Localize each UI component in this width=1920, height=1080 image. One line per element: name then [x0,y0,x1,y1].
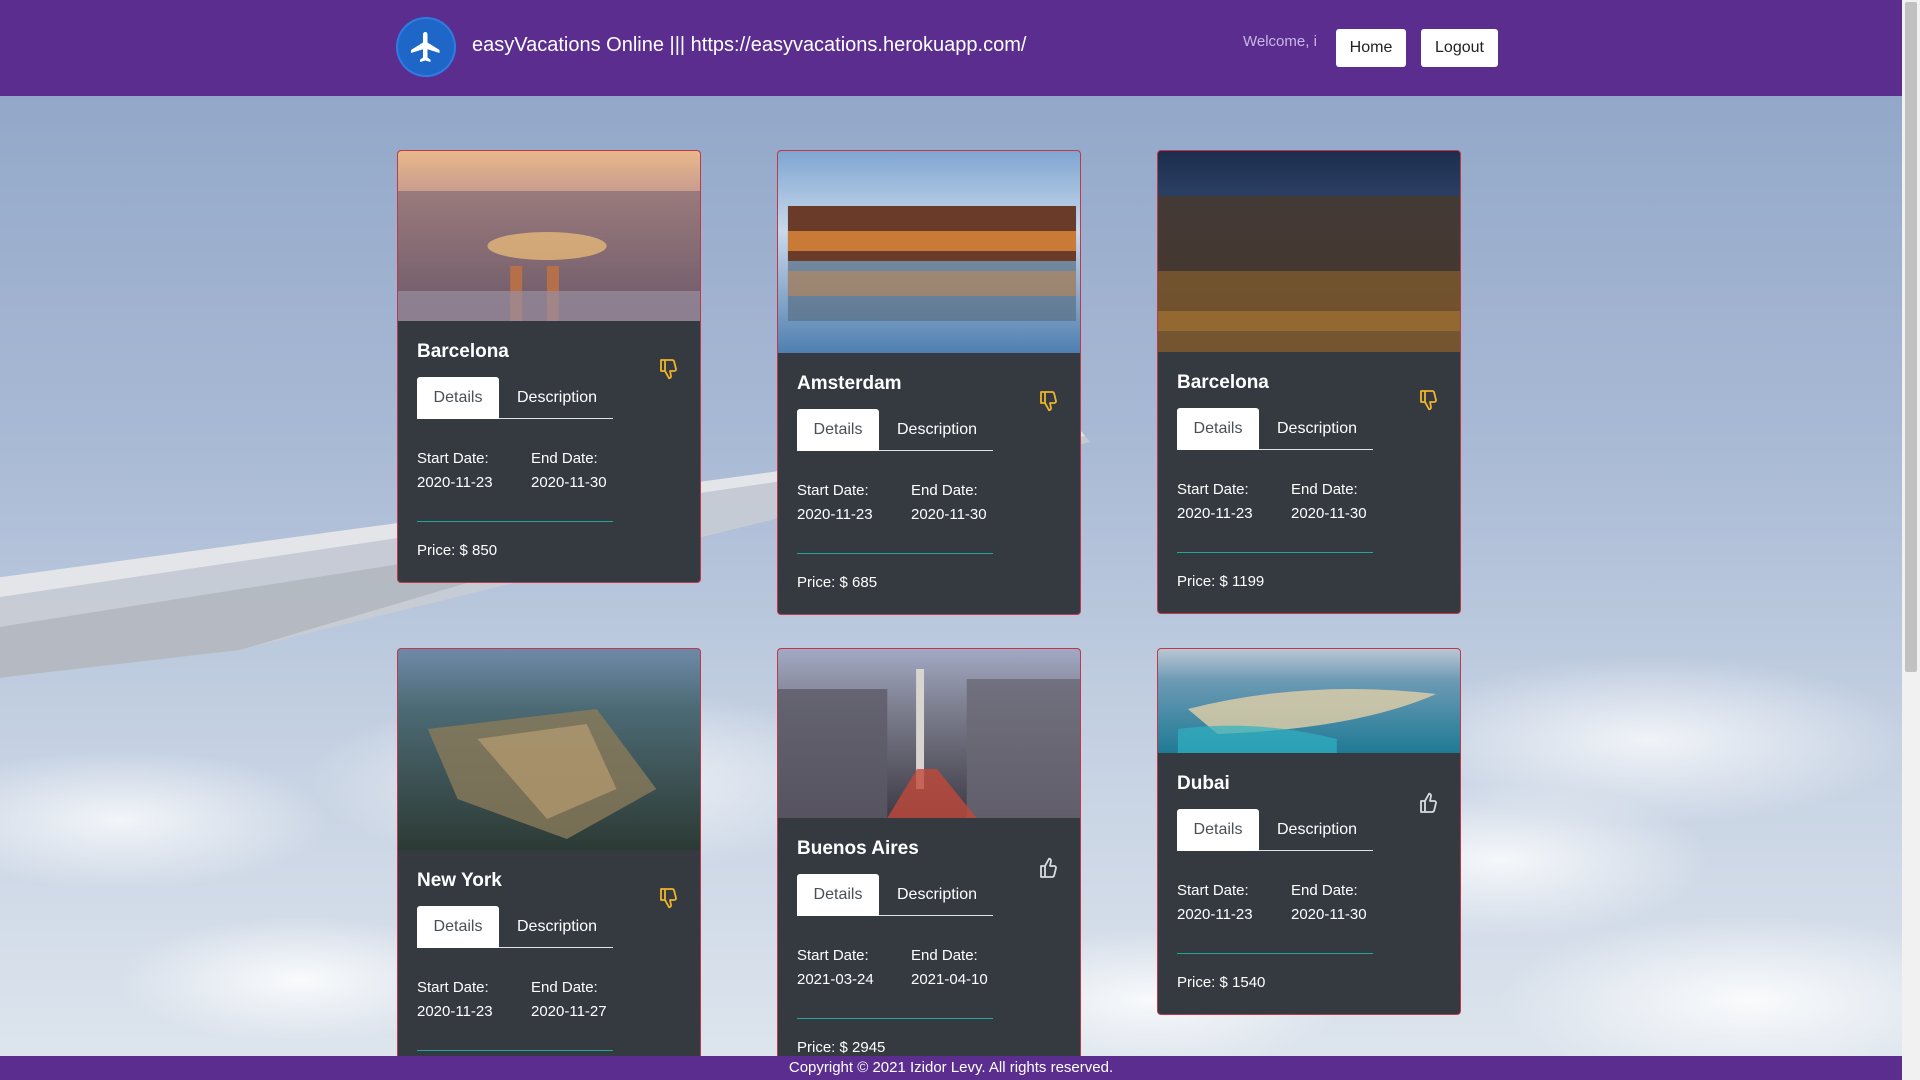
start-date-value: 2020-11-23 [797,506,873,523]
page-scrollbar[interactable] [1902,0,1920,1080]
date-range: Start Date: 2020-11-23 End Date: 2020-11… [1177,478,1441,526]
price: Price: $ 850 [417,542,498,559]
divider [417,1050,613,1051]
tab-description[interactable]: Description [1259,809,1357,851]
card-title: Barcelona [417,341,509,362]
divider [1177,552,1373,553]
card-title: Buenos Aires [797,838,919,859]
home-button[interactable]: Home [1336,29,1406,67]
tab-details[interactable]: Details [1177,408,1259,450]
thumbs-down-icon[interactable] [1418,388,1442,414]
start-date-value: 2020-11-23 [417,474,493,491]
card-title: Amsterdam [797,373,902,394]
card-title: Barcelona [1177,372,1269,393]
price: Price: $ 685 [797,574,878,591]
card-title: New York [417,870,502,891]
tab-details[interactable]: Details [1177,809,1259,851]
end-date-value: 2020-11-30 [1291,505,1367,522]
end-date-label: End Date: [531,450,598,467]
date-range: Start Date: 2021-03-24 End Date: 2021-04… [797,944,1061,992]
start-date-label: Start Date: [417,979,489,996]
vacation-card: Buenos Aires Details Description Start D… [777,648,1081,1080]
price: Price: $ 1540 [1177,974,1266,991]
end-date-label: End Date: [531,979,598,996]
end-date-value: 2021-04-10 [911,971,988,988]
welcome-text: Welcome, i [1243,33,1317,50]
start-date-value: 2020-11-23 [1177,906,1253,923]
new-york-image [398,649,700,850]
end-date-value: 2020-11-30 [1291,906,1367,923]
date-range: Start Date: 2020-11-23 End Date: 2020-11… [417,976,681,1024]
barcelona-night-image [1158,151,1460,352]
card-tabs: Details Description [1177,809,1373,851]
date-range: Start Date: 2020-11-23 End Date: 2020-11… [1177,879,1441,927]
tab-description[interactable]: Description [499,906,597,948]
end-date-value: 2020-11-27 [531,1003,607,1020]
start-date-label: Start Date: [1177,882,1249,899]
logout-button[interactable]: Logout [1421,29,1498,67]
vacation-card: Amsterdam Details Description Start Date… [777,150,1081,615]
start-date-label: Start Date: [1177,481,1249,498]
amsterdam-image [778,151,1080,353]
barcelona-image [398,151,700,321]
thumbs-down-icon[interactable] [658,886,682,912]
divider [417,521,613,522]
tab-description[interactable]: Description [1259,408,1357,450]
tab-details[interactable]: Details [417,377,499,419]
start-date-value: 2020-11-23 [1177,505,1253,522]
card-tabs: Details Description [1177,408,1373,450]
date-range: Start Date: 2020-11-23 End Date: 2020-11… [417,447,681,495]
price: Price: $ 1199 [1177,573,1265,590]
start-date-label: Start Date: [797,947,869,964]
end-date-value: 2020-11-30 [531,474,607,491]
vacation-card: Barcelona Details Description Start Date… [397,150,701,583]
end-date-label: End Date: [1291,882,1358,899]
airplane-icon[interactable] [396,17,456,77]
end-date-label: End Date: [911,482,978,499]
top-navbar: easyVacations Online ||| https://easyvac… [0,0,1902,96]
dubai-image [1158,649,1460,753]
divider [797,1018,993,1019]
tab-details[interactable]: Details [797,409,879,451]
end-date-value: 2020-11-30 [911,506,987,523]
card-tabs: Details Description [417,906,613,948]
divider [1177,953,1373,954]
thumbs-up-icon[interactable] [1038,854,1062,880]
end-date-label: End Date: [1291,481,1358,498]
divider [797,553,993,554]
thumbs-down-icon[interactable] [658,357,682,383]
card-tabs: Details Description [417,377,613,419]
buenos-aires-image [778,649,1080,818]
thumbs-down-icon[interactable] [1038,389,1062,415]
card-tabs: Details Description [797,409,993,451]
vacation-card: New York Details Description Start Date:… [397,648,701,1080]
tab-details[interactable]: Details [797,874,879,916]
tab-description[interactable]: Description [879,874,977,916]
date-range: Start Date: 2020-11-23 End Date: 2020-11… [797,479,1061,527]
vacation-card: Dubai Details Description Start Date: 20… [1157,648,1461,1015]
scroll-thumb[interactable] [1905,2,1917,672]
end-date-label: End Date: [911,947,978,964]
site-title[interactable]: easyVacations Online ||| https://easyvac… [472,34,1026,57]
card-tabs: Details Description [797,874,993,916]
vacation-card: Barcelona Details Description Start Date… [1157,150,1461,614]
start-date-label: Start Date: [417,450,489,467]
start-date-value: 2021-03-24 [797,971,874,988]
thumbs-up-icon[interactable] [1418,789,1442,815]
tab-description[interactable]: Description [499,377,597,419]
start-date-label: Start Date: [797,482,869,499]
card-title: Dubai [1177,773,1230,794]
tab-details[interactable]: Details [417,906,499,948]
tab-description[interactable]: Description [879,409,977,451]
start-date-value: 2020-11-23 [417,1003,493,1020]
footer: Copyright © 2021 Izidor Levy. All rights… [0,1056,1902,1080]
